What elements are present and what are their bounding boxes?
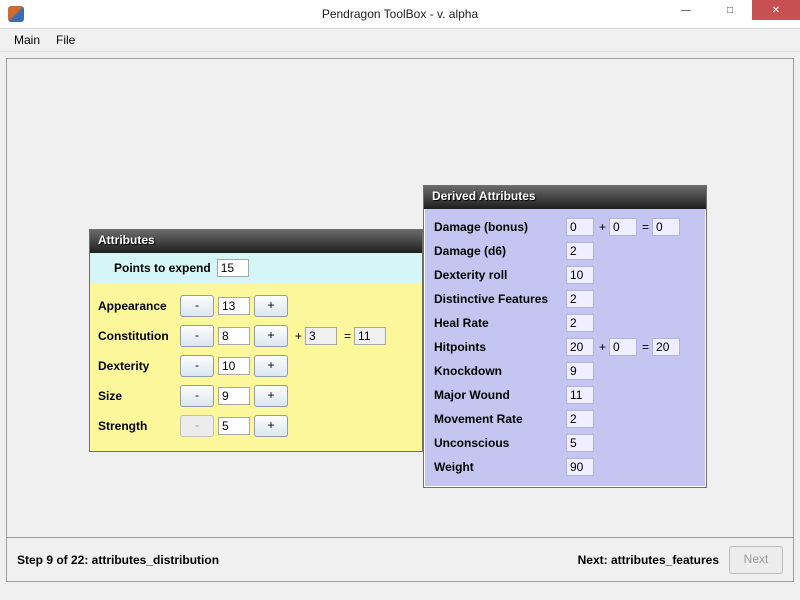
step-indicator: Step 9 of 22: attributes_distribution	[17, 553, 219, 567]
attr-value[interactable]: 5	[218, 417, 250, 435]
derived-name: Knockdown	[434, 364, 566, 378]
derived-value: 10	[566, 266, 594, 284]
attr-name: Size	[98, 389, 180, 403]
attr-value[interactable]: 9	[218, 387, 250, 405]
minus-button[interactable]: -	[180, 325, 214, 347]
attr-name: Appearance	[98, 299, 180, 313]
attr-value[interactable]: 10	[218, 357, 250, 375]
derived-value: 90	[566, 458, 594, 476]
derived-value: 2	[566, 290, 594, 308]
derived-row: Major Wound11	[434, 383, 696, 407]
attr-value[interactable]: 8	[218, 327, 250, 345]
attributes-panel: Attributes Points to expend 15 Appearanc…	[89, 229, 423, 452]
next-label: Next: attributes_features	[578, 553, 719, 567]
next-button[interactable]: Next	[729, 546, 783, 574]
canvas: Attributes Points to expend 15 Appearanc…	[7, 59, 793, 531]
attr-name: Constitution	[98, 329, 180, 343]
attr-row-constitution: Constitution - 8 + + 3 = 11	[98, 321, 414, 351]
menu-bar: Main File	[0, 29, 800, 52]
points-row: Points to expend 15	[90, 253, 422, 283]
attributes-body: Appearance - 13 + Constitution - 8 + + 3…	[90, 283, 422, 451]
derived-row: Distinctive Features2	[434, 287, 696, 311]
plus-button[interactable]: +	[254, 355, 288, 377]
derived-panel-title: Derived Attributes	[424, 186, 706, 209]
equals-sign: =	[642, 340, 649, 354]
menu-main[interactable]: Main	[6, 31, 48, 49]
derived-value: 20	[566, 338, 594, 356]
java-icon	[8, 6, 24, 22]
minus-button: -	[180, 415, 214, 437]
attr-row-dexterity: Dexterity - 10 +	[98, 351, 414, 381]
attr-value[interactable]: 13	[218, 297, 250, 315]
menu-file[interactable]: File	[48, 31, 83, 49]
equals-sign: =	[642, 220, 649, 234]
attr-row-appearance: Appearance - 13 +	[98, 291, 414, 321]
derived-name: Weight	[434, 460, 566, 474]
close-button[interactable]: ✕	[752, 0, 800, 20]
minus-button[interactable]: -	[180, 355, 214, 377]
derived-name: Unconscious	[434, 436, 566, 450]
content-frame: Attributes Points to expend 15 Appearanc…	[6, 58, 794, 582]
derived-row: Hitpoints20+0=20	[434, 335, 696, 359]
derived-row: Movement Rate2	[434, 407, 696, 431]
plus-sign: +	[599, 220, 606, 234]
derived-bonus: 0	[609, 338, 637, 356]
points-label: Points to expend	[114, 261, 211, 275]
derived-value: 2	[566, 410, 594, 428]
attr-row-size: Size - 9 +	[98, 381, 414, 411]
attr-total: 11	[354, 327, 386, 345]
derived-name: Heal Rate	[434, 316, 566, 330]
equals-sign: =	[344, 329, 351, 343]
attr-bonus: 3	[305, 327, 337, 345]
window-controls: — □ ✕	[664, 0, 800, 20]
derived-row: Knockdown9	[434, 359, 696, 383]
minimize-button[interactable]: —	[664, 0, 708, 20]
attributes-panel-title: Attributes	[90, 230, 422, 253]
derived-value: 5	[566, 434, 594, 452]
derived-name: Dexterity roll	[434, 268, 566, 282]
derived-total: 20	[652, 338, 680, 356]
derived-panel: Derived Attributes Damage (bonus)0+0=0Da…	[423, 185, 707, 488]
points-value: 15	[217, 259, 249, 277]
derived-name: Major Wound	[434, 388, 566, 402]
derived-row: Damage (d6)2	[434, 239, 696, 263]
derived-value: 11	[566, 386, 594, 404]
derived-name: Damage (bonus)	[434, 220, 566, 234]
minus-button[interactable]: -	[180, 385, 214, 407]
plus-button[interactable]: +	[254, 325, 288, 347]
derived-row: Damage (bonus)0+0=0	[434, 215, 696, 239]
derived-row: Dexterity roll10	[434, 263, 696, 287]
plus-sign: +	[295, 329, 302, 343]
derived-row: Unconscious5	[434, 431, 696, 455]
derived-row: Weight90	[434, 455, 696, 479]
derived-bonus: 0	[609, 218, 637, 236]
minus-button[interactable]: -	[180, 295, 214, 317]
title-bar: Pendragon ToolBox - v. alpha — □ ✕	[0, 0, 800, 29]
footer-bar: Step 9 of 22: attributes_distribution Ne…	[7, 537, 793, 581]
derived-value: 9	[566, 362, 594, 380]
derived-name: Distinctive Features	[434, 292, 566, 306]
plus-button[interactable]: +	[254, 385, 288, 407]
plus-sign: +	[599, 340, 606, 354]
attr-name: Dexterity	[98, 359, 180, 373]
derived-name: Movement Rate	[434, 412, 566, 426]
derived-name: Hitpoints	[434, 340, 566, 354]
plus-button[interactable]: +	[254, 295, 288, 317]
derived-total: 0	[652, 218, 680, 236]
attr-name: Strength	[98, 419, 180, 433]
derived-value: 2	[566, 314, 594, 332]
maximize-button[interactable]: □	[708, 0, 752, 20]
derived-body: Damage (bonus)0+0=0Damage (d6)2Dexterity…	[424, 209, 706, 487]
derived-value: 2	[566, 242, 594, 260]
derived-row: Heal Rate2	[434, 311, 696, 335]
derived-name: Damage (d6)	[434, 244, 566, 258]
derived-value: 0	[566, 218, 594, 236]
attr-row-strength: Strength - 5 +	[98, 411, 414, 441]
plus-button[interactable]: +	[254, 415, 288, 437]
